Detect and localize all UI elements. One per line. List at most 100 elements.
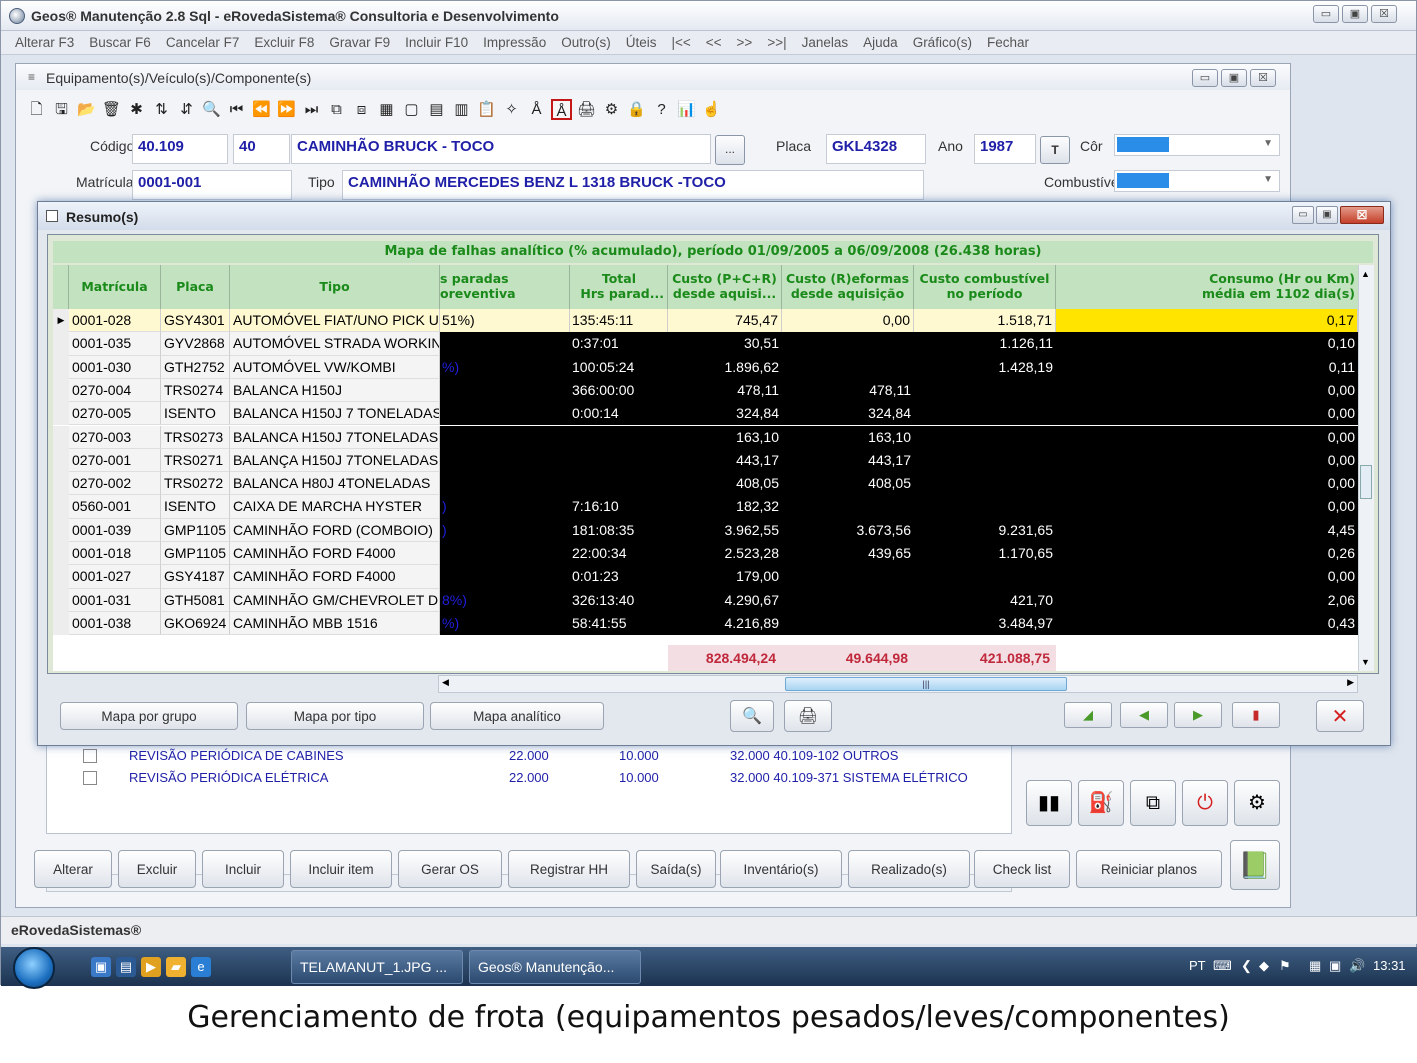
cell-tipo[interactable]: BALANÇA H150J 7TONELADAS bbox=[230, 448, 440, 473]
cell-consumo[interactable]: 0,10 bbox=[1056, 332, 1358, 356]
cor-combo[interactable]: ▼ bbox=[1114, 134, 1280, 156]
incluir-item-button[interactable]: Incluir item bbox=[290, 850, 392, 888]
menu-cancelar[interactable]: Cancelar F7 bbox=[166, 35, 240, 50]
cell-paradas[interactable] bbox=[440, 472, 570, 496]
cell-custo-pcr[interactable]: 408,05 bbox=[668, 472, 782, 496]
incluir-button[interactable]: Incluir bbox=[202, 850, 284, 888]
header-combustivel[interactable]: Custo combustível no período bbox=[914, 265, 1056, 309]
cell-matricula[interactable]: 0001-018 bbox=[69, 542, 161, 566]
clipboard-icon[interactable]: 📋 bbox=[476, 99, 497, 120]
menu-buscar[interactable]: Buscar F6 bbox=[89, 35, 151, 50]
cell-matricula[interactable]: 0270-003 bbox=[69, 425, 161, 449]
cell-placa[interactable]: GTH2752 bbox=[161, 355, 230, 379]
grid-vscroll-thumb[interactable] bbox=[1360, 465, 1372, 499]
menu-last[interactable]: >>| bbox=[767, 35, 786, 50]
registrar-hh-button[interactable]: Registrar HH bbox=[508, 850, 630, 888]
placa-field[interactable]: GKL4328 bbox=[826, 134, 926, 164]
cell-matricula[interactable]: 0001-030 bbox=[69, 355, 161, 379]
header-placa[interactable]: Placa bbox=[161, 265, 230, 309]
inventarios-button[interactable]: Inventário(s) bbox=[720, 850, 842, 888]
cell-consumo[interactable]: 0,11 bbox=[1056, 355, 1358, 379]
table-row[interactable]: 0560-001 ISENTO CAIXA DE MARCHA HYSTER) 7:1… bbox=[53, 495, 1358, 519]
header-custo-reformas[interactable]: Custo (R)eformas desde aquisição bbox=[782, 265, 914, 309]
cell-matricula[interactable]: 0270-002 bbox=[69, 472, 161, 496]
window-icon[interactable]: ▢ bbox=[401, 99, 422, 120]
sort-asc-icon[interactable]: ⇅ bbox=[151, 99, 172, 120]
cell-placa[interactable]: GMP1105 bbox=[161, 518, 230, 542]
cell-total[interactable]: 7:16:10 bbox=[570, 495, 668, 519]
tray-expand-icon[interactable]: ❮ bbox=[1241, 958, 1252, 974]
cell-matricula[interactable]: 0001-038 bbox=[69, 611, 161, 636]
sort-desc-icon[interactable]: ⇵ bbox=[176, 99, 197, 120]
cell-matricula[interactable]: 0001-031 bbox=[69, 588, 161, 612]
minimize-button[interactable]: ▭ bbox=[1313, 5, 1339, 23]
first-record-icon[interactable]: ⏮ bbox=[226, 99, 247, 120]
table-row[interactable]: 0270-002 TRS0272 BALANCA H80J 4TONELADAS 40… bbox=[53, 472, 1358, 496]
header-tipo[interactable]: Tipo bbox=[230, 265, 440, 309]
table-row[interactable]: 0001-038 GKO6924 CAMINHÃO MBB 1516%) 58:41:… bbox=[53, 611, 1358, 636]
menu-prev[interactable]: << bbox=[706, 35, 722, 50]
cell-combustivel[interactable]: 1.428,19 bbox=[914, 355, 1056, 379]
resumo-close-button[interactable]: ☒ bbox=[1340, 206, 1384, 224]
trash-icon[interactable]: 🗑 bbox=[101, 99, 122, 120]
excluir-button[interactable]: Excluir bbox=[118, 850, 196, 888]
table-row[interactable]: 0270-005 ISENTO BALANCA H150J 7 TONELADAS 0… bbox=[53, 402, 1358, 426]
cell-combustivel[interactable]: 421,70 bbox=[914, 588, 1056, 612]
cell-matricula[interactable]: 0560-001 bbox=[69, 495, 161, 519]
antivirus-icon[interactable]: ◆ bbox=[1259, 958, 1269, 974]
filter-icon[interactable]: ✱ bbox=[126, 99, 147, 120]
task-geos[interactable]: Geos® Manutenção... bbox=[469, 950, 641, 984]
list-item[interactable]: REVISÃO PERIÓDICA DE CABINES 22.000 10.0… bbox=[47, 745, 1011, 767]
cell-custo-pcr[interactable]: 1.896,62 bbox=[668, 355, 782, 379]
cell-paradas[interactable] bbox=[440, 425, 570, 449]
cell-custo-reformas[interactable]: 443,17 bbox=[782, 448, 914, 473]
matricula-field[interactable]: 0001-001 bbox=[132, 170, 292, 200]
cell-custo-reformas[interactable]: 324,84 bbox=[782, 402, 914, 426]
cell-custo-pcr[interactable]: 745,47 bbox=[668, 309, 782, 333]
lock-icon[interactable]: 🔒 bbox=[626, 99, 647, 120]
cell-custo-reformas[interactable]: 408,05 bbox=[782, 472, 914, 496]
check-list-button[interactable]: Check list bbox=[974, 850, 1070, 888]
table-row[interactable]: 0001-018 GMP1105 CAMINHÃO FORD F4000 22:00:… bbox=[53, 542, 1358, 566]
child-maximize-button[interactable]: ▣ bbox=[1221, 69, 1247, 87]
table-row[interactable]: 0001-030 GTH2752 AUTOMÓVEL VW/KOMBI%) 100:0… bbox=[53, 355, 1358, 379]
alterar-button[interactable]: Alterar bbox=[34, 850, 112, 888]
cell-tipo[interactable]: CAMINHÃO GM/CHEVROLET D 20 bbox=[230, 588, 440, 612]
cell-tipo[interactable]: BALANCA H80J 4TONELADAS bbox=[230, 472, 440, 496]
cell-total[interactable] bbox=[570, 448, 668, 473]
cell-total[interactable] bbox=[570, 425, 668, 449]
table-row[interactable]: 0001-031 GTH5081 CAMINHÃO GM/CHEVROLET D 2… bbox=[53, 588, 1358, 612]
font-selected-icon[interactable]: Å bbox=[551, 98, 572, 120]
cell-tipo[interactable]: AUTOMÓVEL FIAT/UNO PICK UP bbox=[230, 309, 440, 333]
cell-combustivel[interactable]: 1.126,11 bbox=[914, 332, 1056, 356]
folder-icon[interactable]: 📂 bbox=[76, 99, 97, 120]
cell-matricula[interactable]: 0270-005 bbox=[69, 402, 161, 426]
new-doc-icon[interactable]: 🗋 bbox=[26, 99, 47, 120]
paste-icon[interactable]: ⧈ bbox=[351, 99, 372, 120]
prev-page-icon[interactable]: ◀ bbox=[1120, 702, 1168, 728]
cell-custo-pcr[interactable]: 4.216,89 bbox=[668, 611, 782, 636]
cell-consumo[interactable]: 0,00 bbox=[1056, 402, 1358, 426]
cell-matricula[interactable]: 0270-001 bbox=[69, 448, 161, 473]
grid-horizontal-scrollbar[interactable]: ◀ ||| ▶ bbox=[438, 675, 1358, 693]
cell-custo-reformas[interactable] bbox=[782, 565, 914, 589]
cell-placa[interactable]: GSY4187 bbox=[161, 565, 230, 589]
cell-combustivel[interactable] bbox=[914, 378, 1056, 403]
maximize-button[interactable]: ▣ bbox=[1342, 5, 1368, 23]
cell-custo-pcr[interactable]: 443,17 bbox=[668, 448, 782, 473]
keyboard-icon[interactable]: ⌨ bbox=[1213, 958, 1232, 974]
child-close-button[interactable]: ☒ bbox=[1250, 69, 1276, 87]
first-page-icon[interactable]: ◢ bbox=[1064, 702, 1112, 728]
scroll-up-icon[interactable]: ▲ bbox=[1361, 269, 1370, 279]
mapa-grupo-button[interactable]: Mapa por grupo bbox=[60, 702, 238, 730]
table-row[interactable]: 0270-001 TRS0271 BALANÇA H150J 7TONELADAS 4… bbox=[53, 448, 1358, 473]
cell-combustivel[interactable] bbox=[914, 448, 1056, 473]
scroll-down-icon[interactable]: ▼ bbox=[1361, 657, 1370, 667]
gear-icon[interactable]: ⚙ bbox=[601, 99, 622, 120]
cell-placa[interactable]: GMP1105 bbox=[161, 542, 230, 566]
cell-matricula[interactable]: 0001-035 bbox=[69, 332, 161, 356]
lookup-button[interactable]: ... bbox=[715, 135, 745, 165]
power-icon[interactable]: ⏻ bbox=[1182, 780, 1228, 826]
cell-total[interactable]: 0:01:23 bbox=[570, 565, 668, 589]
menu-gravar[interactable]: Gravar F9 bbox=[329, 35, 390, 50]
